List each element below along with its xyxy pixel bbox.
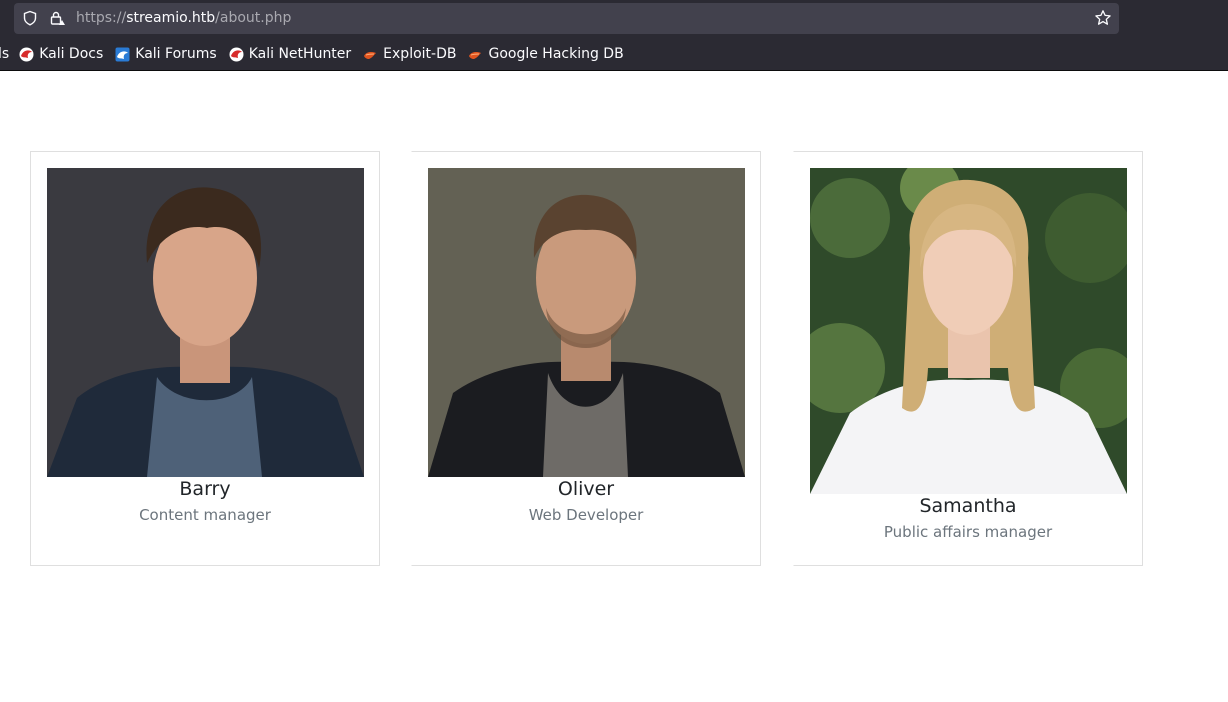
- team-member-role: Public affairs manager: [883, 523, 1053, 541]
- bookmark-google-hacking-db[interactable]: Google Hacking DB: [468, 46, 624, 62]
- url-scheme: https://: [76, 10, 127, 26]
- portrait-image: [428, 168, 745, 477]
- bookmarks-toolbar: ls Kali Docs Kali Forums Kali NetHunter: [0, 42, 636, 66]
- exploit-db-icon: [364, 51, 377, 59]
- bookmark-truncated[interactable]: ls: [0, 46, 9, 62]
- bookmark-kali-nethunter[interactable]: Kali NetHunter: [229, 46, 351, 62]
- team-member-name: Barry: [179, 478, 231, 500]
- exploit-db-icon: [469, 51, 482, 59]
- team-member-role: Content manager: [139, 506, 271, 524]
- url-host: streamio.htb: [126, 10, 216, 26]
- shield-icon[interactable]: [22, 10, 38, 26]
- bookmark-label: Kali Docs: [39, 46, 104, 62]
- bookmark-label: ls: [0, 46, 10, 62]
- bookmark-kali-docs[interactable]: Kali Docs: [19, 46, 103, 62]
- team-card-oliver: Oliver Web Developer: [411, 151, 761, 566]
- portrait-image: [810, 168, 1127, 494]
- kali-dragon-icon: [19, 47, 34, 61]
- team-card-barry: Barry Content manager: [30, 151, 380, 566]
- team-photo: [428, 168, 745, 477]
- team-card-samantha: Samantha Public affairs manager: [793, 151, 1143, 566]
- bookmark-star-icon[interactable]: [1094, 9, 1112, 27]
- kali-dragon-icon: [229, 47, 244, 61]
- bookmark-label: Kali NetHunter: [248, 46, 352, 62]
- lock-warning-icon[interactable]: [49, 10, 65, 26]
- url-path: /about.php: [215, 10, 292, 26]
- kali-forums-icon: [115, 47, 130, 61]
- bookmark-label: Exploit-DB: [383, 46, 457, 62]
- team-member-role: Web Developer: [528, 506, 644, 524]
- bookmark-label: Google Hacking DB: [488, 46, 624, 62]
- team-photo: [810, 168, 1127, 494]
- bookmark-kali-forums[interactable]: Kali Forums: [115, 46, 217, 62]
- team-member-name: Samantha: [919, 495, 1017, 517]
- url-bar[interactable]: https://streamio.htb/about.php: [14, 3, 1119, 34]
- browser-toolbar: https://streamio.htb/about.php ls Kali D…: [0, 0, 1228, 71]
- bookmark-label: Kali Forums: [135, 46, 217, 62]
- team-member-name: Oliver: [557, 478, 615, 500]
- bookmark-exploit-db[interactable]: Exploit-DB: [363, 46, 456, 62]
- team-photo: [47, 168, 364, 477]
- portrait-image: [47, 168, 364, 477]
- url-text[interactable]: https://streamio.htb/about.php: [76, 10, 291, 26]
